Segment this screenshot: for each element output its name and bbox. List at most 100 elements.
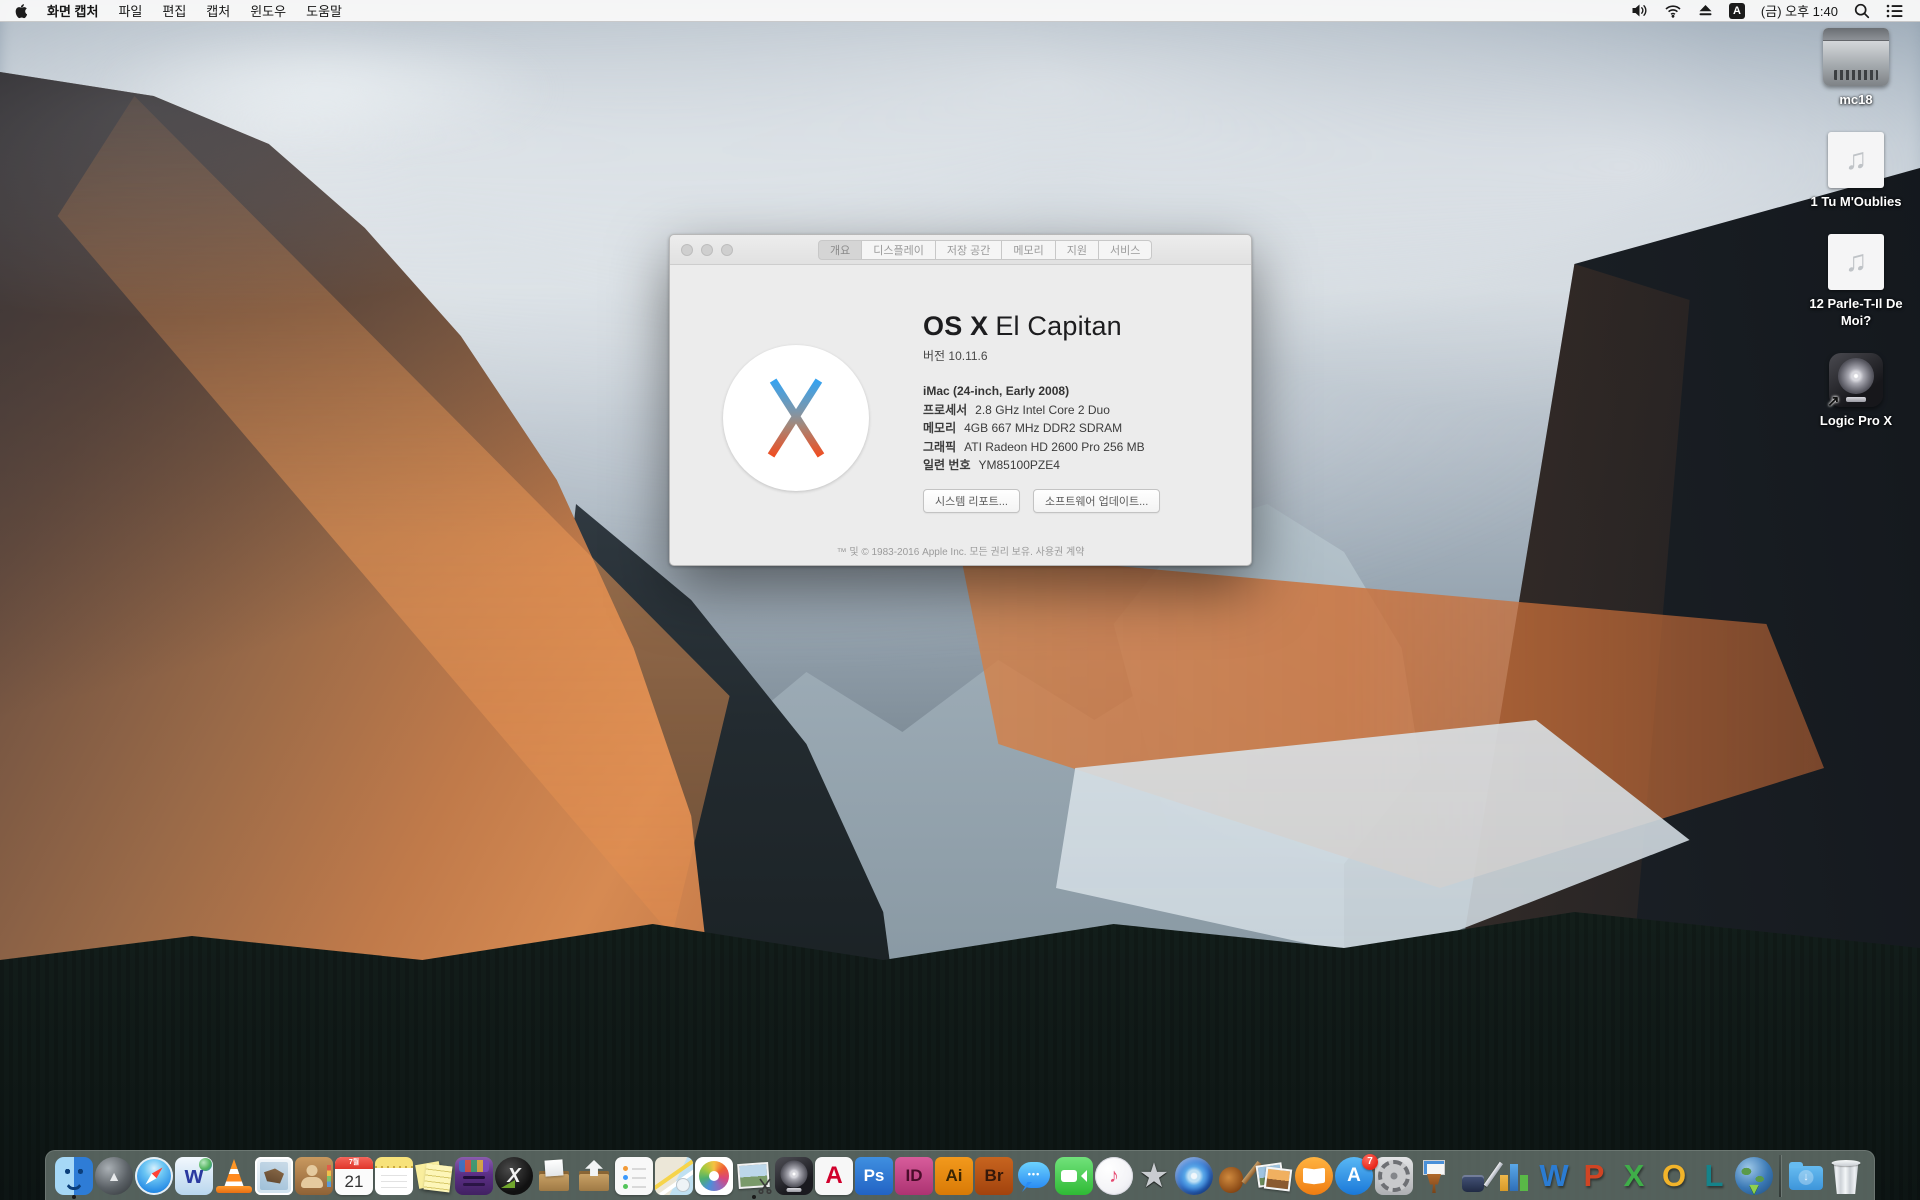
toast-icon <box>455 1157 493 1195</box>
menu-bar-clock[interactable]: (금) 오후 1:40 <box>1753 1 1846 20</box>
w-glyph: w <box>185 1162 204 1190</box>
dock-app-word[interactable]: W <box>1534 1153 1574 1199</box>
system-preferences-icon <box>1375 1157 1413 1195</box>
star-glyph: ★ <box>1139 1157 1169 1195</box>
tab-storage[interactable]: 저장 공간 <box>936 240 1003 260</box>
dock-app-outlook[interactable]: O <box>1654 1153 1694 1199</box>
archive-box-open-icon <box>535 1157 573 1195</box>
dock-app-safari[interactable] <box>134 1153 174 1199</box>
tab-overview[interactable]: 개요 <box>818 240 862 260</box>
dock-app-archive-open[interactable] <box>534 1153 574 1199</box>
dock-app-ibooks[interactable] <box>1294 1153 1334 1199</box>
menu-bar-left: 화면 캡처 파일 편집 캡처 윈도우 도움말 <box>0 0 352 21</box>
volume-menu[interactable] <box>1623 0 1656 21</box>
menu-help[interactable]: 도움말 <box>296 0 352 21</box>
close-button[interactable] <box>681 244 693 256</box>
system-report-button[interactable]: 시스템 리포트... <box>923 489 1020 513</box>
dock-app-illustrator[interactable]: Ai <box>934 1153 974 1199</box>
dock-app-screen-capture[interactable] <box>734 1153 774 1199</box>
dock-app-indesign[interactable]: ID <box>894 1153 934 1199</box>
dock-app-toast[interactable] <box>454 1153 494 1199</box>
tab-support[interactable]: 지원 <box>1056 240 1099 260</box>
dock-app-logic-pro[interactable] <box>774 1153 814 1199</box>
dock-app-archive-pack[interactable] <box>574 1153 614 1199</box>
software-update-button[interactable]: 소프트웨어 업데이트... <box>1033 489 1160 513</box>
globe-download-icon: ▼ <box>1735 1157 1773 1195</box>
dock-app-excel[interactable]: X <box>1614 1153 1654 1199</box>
dock-app-app-store[interactable]: A7 <box>1334 1153 1374 1199</box>
maps-icon <box>655 1157 693 1195</box>
dock-app-stickies[interactable] <box>414 1153 454 1199</box>
dock-app-facetime[interactable] <box>1054 1153 1094 1199</box>
dock-app-iphoto[interactable] <box>1254 1153 1294 1199</box>
spec-label: 그래픽 <box>923 440 956 454</box>
dock-app-vlc[interactable] <box>214 1153 254 1199</box>
dock-app-calendar[interactable]: 7월21 <box>334 1153 374 1199</box>
dock-app-bridge[interactable]: Br <box>974 1153 1014 1199</box>
photoshop-icon: Ps <box>855 1157 893 1195</box>
tab-displays[interactable]: 디스플레이 <box>862 240 936 260</box>
dock-app-quarkxpress[interactable]: X <box>494 1153 534 1199</box>
ibooks-icon <box>1295 1157 1333 1195</box>
desktop-icon-label: Logic Pro X <box>1795 413 1917 430</box>
dock-app-reminders[interactable] <box>614 1153 654 1199</box>
dock-app-garageband[interactable] <box>1214 1153 1254 1199</box>
audio-file-icon: ♫ <box>1828 132 1884 188</box>
menu-app-name[interactable]: 화면 캡처 <box>37 0 108 21</box>
dock-app-w-globe[interactable]: w <box>174 1153 214 1199</box>
dock-app-photoshop[interactable]: Ps <box>854 1153 894 1199</box>
os-title: OS XEl Capitan <box>923 311 1238 342</box>
dock-app-imovie[interactable]: ★ <box>1134 1153 1174 1199</box>
dock-app-maps[interactable] <box>654 1153 694 1199</box>
el-capitan-x-icon <box>744 366 848 470</box>
desktop-icon-audio-file-1[interactable]: ♫ 1 Tu M'Oublies <box>1795 132 1917 211</box>
dock-app-mail[interactable] <box>254 1153 294 1199</box>
desktop-icon-audio-file-2[interactable]: ♫ 12 Parle-T-Il De Moi? <box>1795 234 1917 330</box>
desktop-icon-logic-pro-alias[interactable]: ↗ Logic Pro X <box>1795 353 1917 430</box>
wifi-menu[interactable] <box>1656 0 1690 21</box>
tab-service[interactable]: 서비스 <box>1099 240 1152 260</box>
dock-downloads-folder[interactable]: ↓ <box>1786 1153 1826 1199</box>
dock-app-web-downloader[interactable]: ▼ <box>1734 1153 1774 1199</box>
menu-window[interactable]: 윈도우 <box>240 0 296 21</box>
input-source-menu[interactable]: A <box>1721 0 1753 21</box>
vlc-icon <box>215 1157 253 1195</box>
tab-memory[interactable]: 메모리 <box>1002 240 1055 260</box>
dock-app-itunes[interactable]: ♪ <box>1094 1153 1134 1199</box>
dock-trash[interactable] <box>1826 1153 1866 1199</box>
grab-screen-capture-icon <box>735 1157 773 1195</box>
dock-app-system-preferences[interactable] <box>1374 1153 1414 1199</box>
dock-app-messages[interactable]: ••• <box>1014 1153 1054 1199</box>
idvd-icon <box>1175 1157 1213 1195</box>
notification-center-menu[interactable] <box>1878 0 1912 21</box>
spotlight-menu[interactable] <box>1846 0 1878 21</box>
menu-file[interactable]: 파일 <box>108 0 152 21</box>
dock-app-powerpoint[interactable]: P <box>1574 1153 1614 1199</box>
running-indicator <box>752 1195 756 1199</box>
iphoto-icon <box>1255 1157 1293 1195</box>
dock-app-notes[interactable] <box>374 1153 414 1199</box>
zoom-button[interactable] <box>721 244 733 256</box>
dock-app-numbers[interactable] <box>1494 1153 1534 1199</box>
window-titlebar[interactable]: 개요 디스플레이 저장 공간 메모리 지원 서비스 <box>670 235 1251 265</box>
dock-app-lync[interactable]: L <box>1694 1153 1734 1199</box>
minimize-button[interactable] <box>701 244 713 256</box>
desktop-icon-mc18[interactable]: mc18 <box>1795 28 1917 109</box>
dock-app-idvd[interactable] <box>1174 1153 1214 1199</box>
apple-menu[interactable] <box>0 0 37 21</box>
rocket-glyph: ▲ <box>107 1168 121 1184</box>
dock-app-launchpad[interactable]: ▲ <box>94 1153 134 1199</box>
desktop-wallpaper <box>0 0 1920 1200</box>
menu-capture[interactable]: 캡처 <box>196 0 240 21</box>
dock-app-acrobat[interactable]: A <box>814 1153 854 1199</box>
dock-app-pages[interactable] <box>1454 1153 1494 1199</box>
dock-app-photos[interactable] <box>694 1153 734 1199</box>
dock-app-keynote[interactable] <box>1414 1153 1454 1199</box>
dock-app-finder[interactable] <box>54 1153 94 1199</box>
menu-edit[interactable]: 편집 <box>152 0 196 21</box>
spec-memory: 메모리4GB 667 MHz DDR2 SDRAM <box>923 419 1238 438</box>
eject-menu[interactable] <box>1690 0 1721 21</box>
dock-app-contacts[interactable] <box>294 1153 334 1199</box>
apple-logo-icon <box>14 3 27 19</box>
music-note-glyph: ♫ <box>1845 143 1868 177</box>
